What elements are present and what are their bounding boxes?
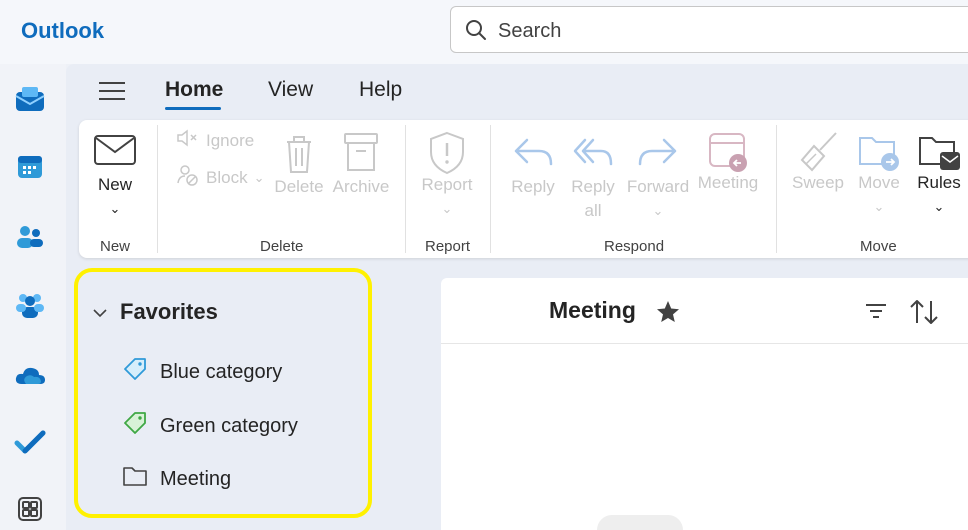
move-label: Move bbox=[858, 173, 900, 192]
groups-app-icon[interactable] bbox=[13, 288, 47, 322]
reply-button[interactable]: Reply bbox=[506, 132, 560, 199]
envelope-icon bbox=[93, 135, 137, 172]
tab-help[interactable]: Help bbox=[359, 78, 402, 102]
meeting-label: Meeting bbox=[697, 173, 759, 192]
forward-label: Forward bbox=[626, 177, 690, 196]
new-mail-button[interactable]: New ⌄ bbox=[90, 132, 140, 221]
tab-view[interactable]: View bbox=[268, 78, 313, 102]
favorite-label: Green category bbox=[160, 414, 298, 437]
chevron-down-icon: ⌄ bbox=[933, 199, 945, 214]
group-label-report: Report bbox=[425, 238, 471, 255]
search-box[interactable]: Search bbox=[450, 6, 968, 53]
search-input[interactable]: Search bbox=[498, 20, 561, 43]
reply-all-label-line2: all bbox=[584, 201, 602, 220]
rules-label: Rules bbox=[917, 173, 961, 192]
ignore-button[interactable]: Ignore bbox=[176, 128, 254, 153]
report-button[interactable]: Report ⌄ bbox=[418, 130, 476, 221]
archive-label: Archive bbox=[332, 177, 390, 196]
calendar-app-icon[interactable] bbox=[13, 150, 47, 184]
block-label: Block bbox=[206, 167, 248, 187]
filter-icon[interactable] bbox=[864, 301, 888, 326]
hamburger-menu-icon[interactable] bbox=[99, 79, 127, 103]
forward-arrow-icon bbox=[636, 138, 680, 176]
favorites-header[interactable]: Favorites bbox=[92, 299, 218, 325]
todo-app-icon[interactable] bbox=[13, 425, 47, 459]
search-icon bbox=[465, 19, 487, 46]
ribbon-separator bbox=[490, 125, 491, 253]
report-label: Report bbox=[421, 175, 473, 194]
chevron-down-icon bbox=[92, 299, 108, 325]
sweep-button[interactable]: Sweep bbox=[790, 130, 846, 195]
reply-arrow-icon bbox=[511, 138, 555, 176]
group-label-new: New bbox=[100, 238, 131, 255]
group-label-move: Move bbox=[860, 238, 897, 255]
chevron-down-icon: ⌄ bbox=[652, 203, 664, 218]
ignore-label: Ignore bbox=[206, 130, 255, 150]
favorite-label: Meeting bbox=[160, 467, 232, 490]
new-label: New bbox=[97, 175, 132, 194]
sweep-label: Sweep bbox=[792, 173, 844, 192]
message-list-header bbox=[441, 278, 968, 344]
favorite-meeting-folder[interactable]: Meeting bbox=[122, 464, 231, 494]
mail-app-icon[interactable] bbox=[13, 82, 47, 116]
reply-all-arrow-icon bbox=[571, 138, 615, 176]
tag-icon bbox=[122, 356, 148, 388]
empty-state-illustration bbox=[597, 515, 683, 530]
onedrive-app-icon[interactable] bbox=[13, 358, 47, 392]
block-user-icon bbox=[176, 164, 200, 191]
group-label-delete: Delete bbox=[260, 238, 304, 255]
chevron-down-icon: ⌄ bbox=[109, 201, 121, 216]
people-app-icon[interactable] bbox=[13, 220, 47, 254]
active-tab-indicator bbox=[165, 107, 221, 110]
group-label-respond: Respond bbox=[604, 238, 665, 255]
favorite-label: Blue category bbox=[160, 360, 283, 383]
tab-home[interactable]: Home bbox=[165, 78, 223, 102]
favorite-blue-category[interactable]: Blue category bbox=[122, 356, 282, 388]
ribbon-separator bbox=[776, 125, 777, 253]
move-button[interactable]: Move ⌄ bbox=[852, 130, 906, 219]
app-title: Outlook bbox=[21, 18, 105, 43]
folder-icon bbox=[122, 464, 148, 494]
delete-label: Delete bbox=[274, 177, 324, 196]
reply-label: Reply bbox=[511, 177, 555, 196]
favorite-star-icon[interactable] bbox=[655, 299, 681, 330]
chevron-down-icon: ⌄ bbox=[873, 199, 885, 214]
delete-button[interactable]: Delete bbox=[272, 132, 326, 199]
block-button[interactable]: Block ⌄ bbox=[176, 164, 264, 191]
reply-all-button[interactable]: Reply all bbox=[566, 132, 620, 223]
rules-button[interactable]: Rules ⌄ bbox=[912, 130, 966, 219]
ignore-icon bbox=[176, 128, 200, 153]
forward-button[interactable]: Forward ⌄ bbox=[624, 132, 692, 223]
ribbon-separator bbox=[405, 125, 406, 253]
more-apps-icon[interactable] bbox=[13, 492, 47, 526]
tag-icon bbox=[122, 410, 148, 442]
favorites-title: Favorites bbox=[120, 299, 218, 324]
folder-title: Meeting bbox=[549, 297, 636, 323]
reply-all-label-line1: Reply bbox=[571, 177, 615, 196]
archive-button[interactable]: Archive bbox=[330, 132, 392, 199]
chevron-down-icon: ⌄ bbox=[441, 201, 453, 216]
chevron-down-icon: ⌄ bbox=[253, 169, 265, 185]
sort-icon[interactable] bbox=[909, 298, 939, 331]
meeting-reply-button[interactable]: Meeting bbox=[694, 130, 762, 195]
favorite-green-category[interactable]: Green category bbox=[122, 410, 298, 442]
ribbon-separator bbox=[157, 125, 158, 253]
